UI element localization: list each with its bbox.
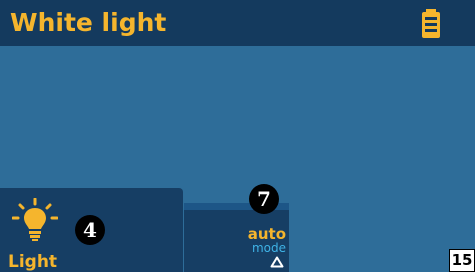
header-bar: White light (0, 0, 475, 46)
mode-caption: mode (251, 241, 286, 255)
callout-badge-4: 4 (75, 215, 105, 245)
page-title: White light (10, 8, 167, 37)
page-number: 15 (449, 249, 475, 272)
device-screen: White light Light 4 auto mode 7 15 (0, 0, 475, 272)
battery-icon (422, 9, 440, 38)
triangle-up-icon (270, 256, 284, 268)
light-label: Light (8, 252, 58, 272)
callout-badge-7: 7 (249, 184, 279, 214)
lightbulb-icon (12, 198, 58, 241)
